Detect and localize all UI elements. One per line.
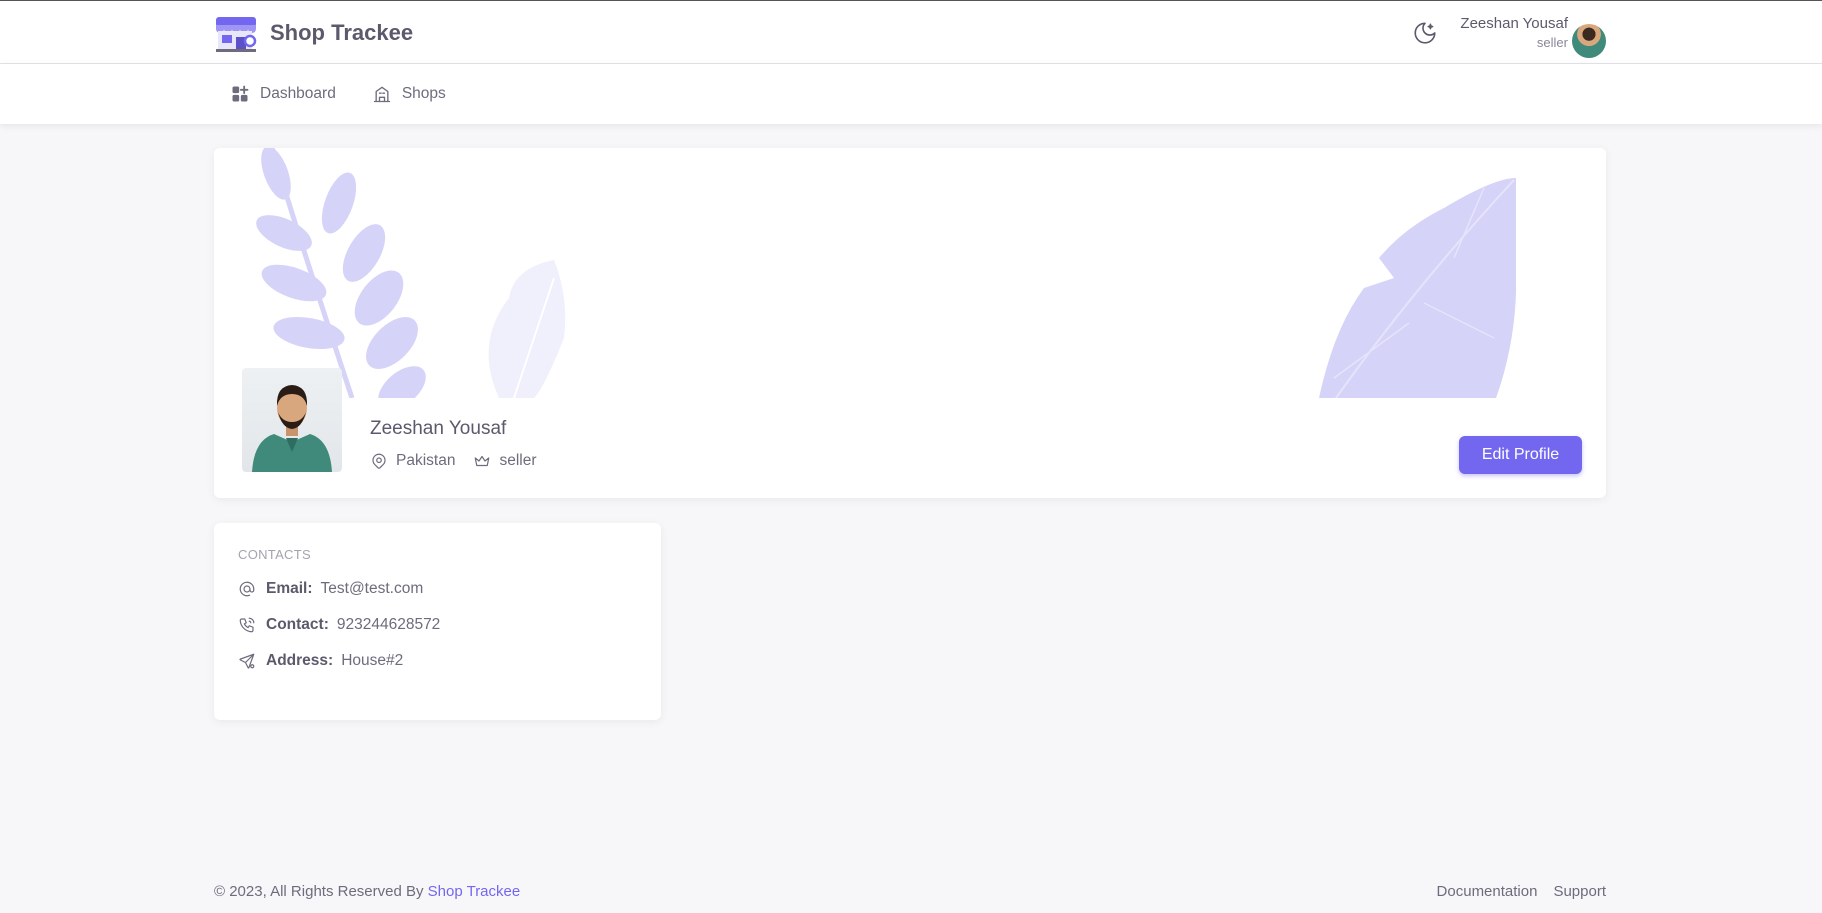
- phone-call-icon: [239, 617, 255, 633]
- dashboard-icon: [232, 85, 249, 102]
- profile-role: seller: [473, 452, 537, 470]
- nav-item-label: Shops: [401, 85, 446, 102]
- edit-profile-button[interactable]: Edit Profile: [1459, 436, 1582, 474]
- footer-copyright: © 2023, All Rights Reserved By Shop Trac…: [214, 883, 520, 900]
- contact-value: Test@test.com: [320, 580, 424, 597]
- contacts-heading: Contacts: [238, 547, 311, 562]
- profile-header-card: Zeeshan Yousaf Pakistan seller Edit Prof…: [214, 148, 1606, 498]
- at-icon: [239, 581, 255, 597]
- nav-item-dashboard[interactable]: Dashboard: [230, 76, 346, 112]
- profile-role-text: seller: [499, 452, 537, 469]
- profile-name: Zeeshan Yousaf: [370, 418, 507, 439]
- building-icon: [373, 86, 390, 103]
- footer-link-documentation[interactable]: Documentation: [1437, 883, 1538, 900]
- footer-brand-link[interactable]: Shop Trackee: [428, 883, 521, 900]
- contact-value: House#2: [341, 652, 404, 669]
- footer: © 2023, All Rights Reserved By Shop Trac…: [214, 883, 1606, 900]
- header-user-role: seller: [1536, 35, 1568, 50]
- avatar[interactable]: [1572, 23, 1606, 58]
- main-nav: Dashboard Shops: [0, 64, 1822, 124]
- contact-phone-row: Contact: 923244628572: [238, 616, 637, 634]
- profile-photo: [242, 368, 342, 472]
- contact-address-row: Address: House#2: [238, 652, 637, 670]
- contact-label: Address:: [266, 652, 334, 669]
- profile-location: Pakistan: [370, 452, 455, 470]
- profile-photo-image: [252, 385, 332, 472]
- user-menu[interactable]: Zeeshan Yousaf seller: [1460, 15, 1568, 50]
- footer-link-support[interactable]: Support: [1553, 883, 1606, 900]
- contact-email-row: Email: Test@test.com: [238, 580, 637, 598]
- nav-item-shops[interactable]: Shops: [372, 76, 456, 112]
- send-icon: [239, 653, 255, 669]
- contact-label: Contact:: [266, 616, 329, 633]
- profile-location-text: Pakistan: [396, 452, 456, 469]
- crown-icon: [475, 455, 490, 467]
- map-pin-icon: [372, 453, 386, 469]
- app-name: Shop Trackee: [270, 19, 414, 45]
- top-bar: Shop Trackee Zeeshan Yousaf seller: [0, 1, 1822, 64]
- contact-label: Email:: [266, 580, 313, 597]
- profile-banner-illustration: [214, 148, 1606, 398]
- copyright-text: © 2023, All Rights Reserved By: [214, 883, 428, 900]
- moon-stars-icon[interactable]: [1412, 20, 1438, 46]
- contacts-card: Contacts Email: Test@test.com Contact: 9…: [214, 523, 661, 720]
- brand[interactable]: Shop Trackee: [214, 13, 413, 53]
- contact-value: 923244628572: [336, 616, 441, 633]
- shop-logo-icon: [216, 16, 257, 52]
- header-user-name: Zeeshan Yousaf: [1460, 15, 1568, 32]
- nav-item-label: Dashboard: [260, 85, 336, 102]
